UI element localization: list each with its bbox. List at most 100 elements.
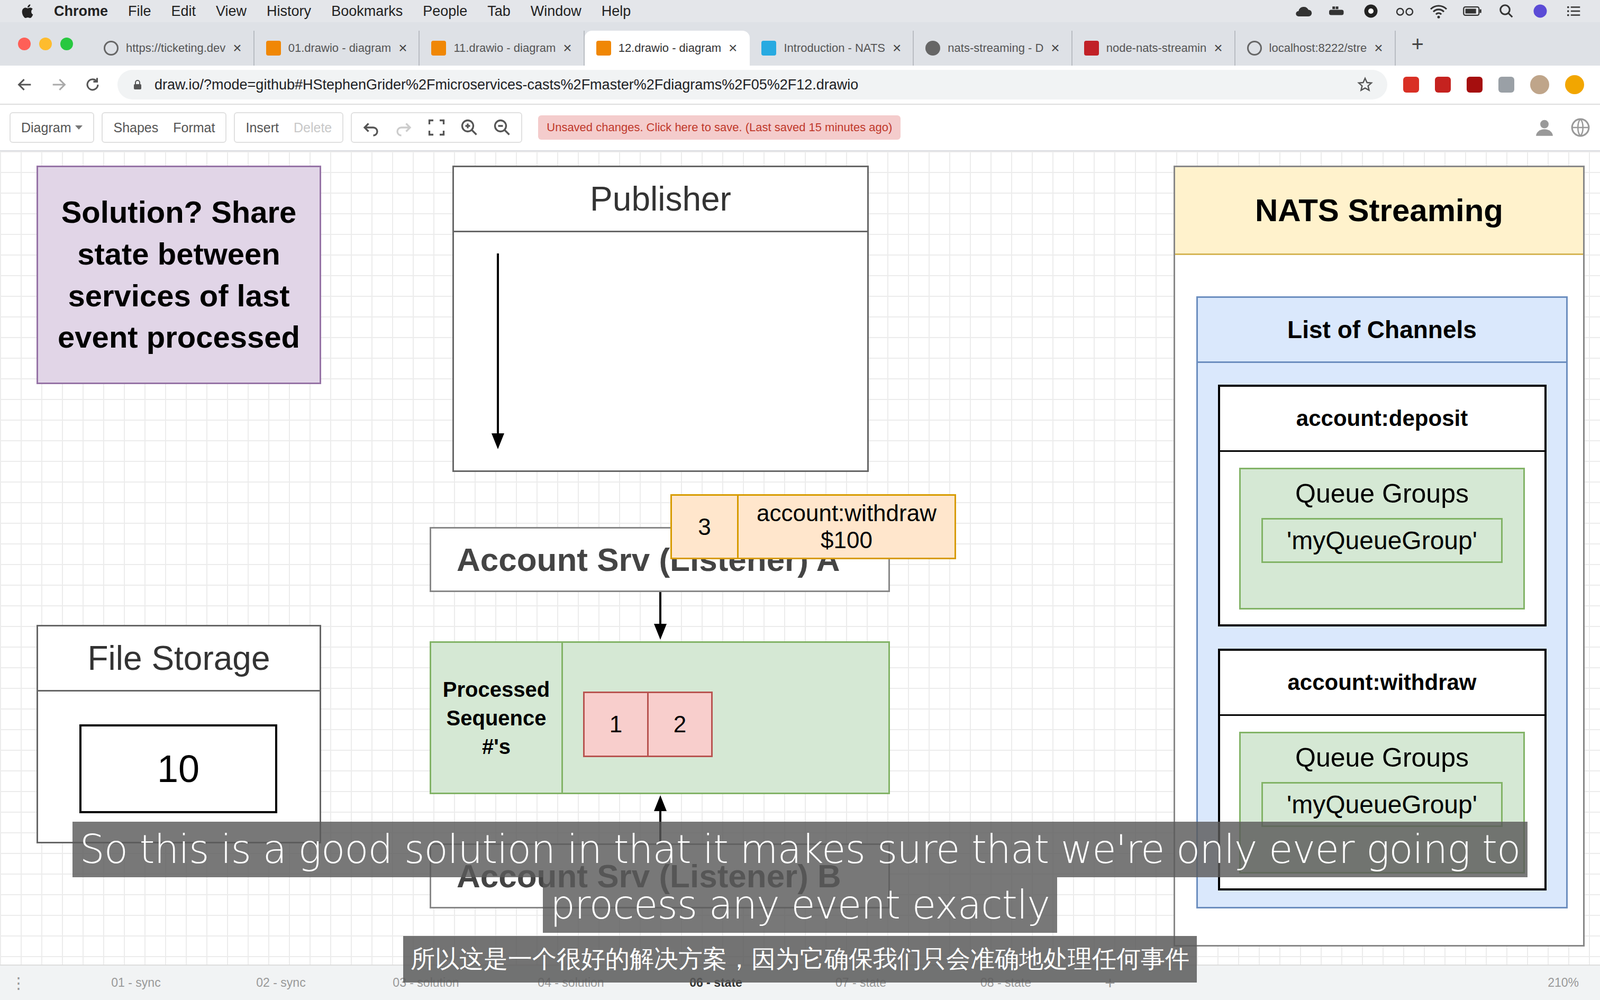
docker-icon[interactable] [1326,3,1348,20]
address-bar[interactable]: draw.io/?mode=github#HStephenGrider%2Fmi… [117,69,1388,100]
tab-close-button[interactable]: × [1050,39,1060,57]
menu-item[interactable]: Window [530,3,582,20]
solution-note[interactable]: Solution? Sharestate betweenservices of … [36,165,322,385]
menu-item[interactable]: Tab [487,3,511,20]
favicon-icon [1247,40,1262,56]
menu-item[interactable]: File [128,3,152,20]
update-icon[interactable] [1565,75,1585,95]
processed-sequences-box[interactable]: Processed Sequence #'s12 [429,641,890,795]
menu-item[interactable]: Help [601,3,632,20]
menu-item[interactable]: View [215,3,247,20]
minimize-window-button[interactable] [39,37,52,51]
battery-icon[interactable] [1462,3,1483,20]
zoom-level[interactable]: 210% [1547,975,1600,990]
sequence-cell[interactable]: 1 [583,691,649,758]
forward-arrow-icon[interactable] [49,75,68,94]
toolbar-button[interactable]: Format [167,120,221,136]
close-window-button[interactable] [17,37,31,51]
tab-close-button[interactable]: × [728,39,738,57]
extension-icon[interactable] [1434,76,1451,93]
browser-tab[interactable]: nats-streaming - D× [913,30,1072,66]
channel-list[interactable]: List of Channelsaccount:depositQueue Gro… [1196,296,1568,909]
new-tab-button[interactable]: + [1395,32,1440,57]
browser-tab[interactable]: Introduction - NATS× [749,30,914,66]
toolbar-button[interactable]: Diagram [15,120,88,136]
browser-tab[interactable]: localhost:8222/stre× [1235,30,1396,66]
drawio-toolbar: Diagram ShapesFormat InsertDelete Unsaved c… [0,104,1600,152]
subtitle-translation: 所以这是一个很好的解决方案，因为它确保我们只会准确地处理任何事件 [403,935,1197,983]
stored-value[interactable]: 10 [79,724,278,814]
subtitle-line: So this is a good solution in that it ma… [72,821,1529,878]
pages-menu-button[interactable]: ⋮ [10,973,64,993]
redo-icon[interactable] [394,117,414,138]
tab-close-button[interactable]: × [232,39,242,57]
fit-icon[interactable] [426,117,447,138]
extension-icon[interactable] [1403,76,1420,93]
zoom-out-icon[interactable] [492,117,512,138]
browser-tab[interactable]: 11.drawio - diagram× [419,30,585,66]
search-icon[interactable] [1496,3,1517,20]
notification-center-icon[interactable] [1564,3,1585,20]
browser-tab[interactable]: node-nats-streamin× [1072,30,1236,66]
glasses-icon[interactable] [1394,3,1415,20]
browser-tab[interactable]: 01.drawio - diagram× [254,30,421,66]
globe-icon[interactable] [1570,117,1591,138]
user-icon[interactable] [1534,117,1555,138]
menu-item[interactable]: People [422,3,468,20]
back-arrow-icon[interactable] [15,75,34,94]
undo-icon[interactable] [361,117,381,138]
publisher-box[interactable]: Publisher [452,165,869,472]
apple-icon[interactable] [20,3,34,20]
zoom-window-button[interactable] [60,37,74,51]
reload-icon[interactable] [83,75,102,94]
file-storage-box[interactable]: File Storage10 [36,624,322,844]
queue-group[interactable]: 'myQueueGroup' [1261,782,1503,827]
page-tab[interactable]: 01 - sync [63,975,209,990]
toolbar-button[interactable]: Shapes [107,120,164,136]
profile-avatar-icon[interactable] [1530,75,1550,95]
dropdown-caret-icon [75,125,83,130]
toolbar-group: InsertDelete [233,112,344,143]
tab-close-button[interactable]: × [562,39,572,57]
menu-item[interactable]: Bookmarks [331,3,403,20]
app-menu[interactable]: Chrome [53,3,108,20]
tab-close-button[interactable]: × [1213,39,1223,57]
favicon-icon [103,40,119,56]
toolbar-button[interactable]: Delete [288,120,338,136]
menu-item[interactable]: Edit [171,3,197,20]
favicon-icon [761,40,777,56]
tab-close-button[interactable]: × [892,39,902,57]
toolbar-button[interactable]: Insert [240,120,285,136]
queue-group[interactable]: 'myQueueGroup' [1261,517,1503,563]
cloud-icon[interactable] [1293,3,1314,20]
subtitle-line: process any event exactly [542,877,1058,933]
page-tab[interactable]: 02 - sync [208,975,354,990]
favicon-icon [1084,40,1099,56]
tab-strip: https://ticketing.dev×01.drawio - diagra… [0,22,1600,66]
sequence-cell[interactable]: 2 [647,691,713,758]
address-row: draw.io/?mode=github#HStephenGrider%2Fmi… [0,65,1600,105]
down-arrow-icon [652,592,669,640]
channel-box[interactable]: account:depositQueue Groups'myQueueGroup… [1217,384,1547,627]
wifi-icon[interactable] [1428,3,1449,20]
tab-close-button[interactable]: × [1374,39,1383,57]
browser-tab[interactable]: 12.drawio - diagram× [584,30,751,66]
favicon-icon [925,40,941,56]
tab-close-button[interactable]: × [398,39,407,57]
extension-icon[interactable] [1466,76,1483,93]
event-card[interactable]: 3account:withdraw$100 [670,494,957,560]
favicon-icon [431,40,447,56]
zoom-in-icon[interactable] [459,117,479,138]
queue-groups-box[interactable]: Queue Groups'myQueueGroup' [1239,467,1525,610]
screen: Chrome File Edit View History Bookmarks People… [0,0,1600,1000]
toolbar-right [1534,117,1591,138]
lock-icon[interactable] [131,78,144,92]
browser-tab[interactable]: https://ticketing.dev× [92,30,255,66]
menu-item[interactable]: History [266,3,312,20]
siri-icon[interactable] [1530,3,1551,20]
bookmark-star-icon[interactable] [1356,76,1374,94]
app-status-icon[interactable] [1360,3,1381,20]
favicon-icon [266,40,281,56]
extension-icon[interactable] [1498,76,1515,93]
unsaved-changes-notice[interactable]: Unsaved changes. Click here to save. (La… [538,115,901,140]
